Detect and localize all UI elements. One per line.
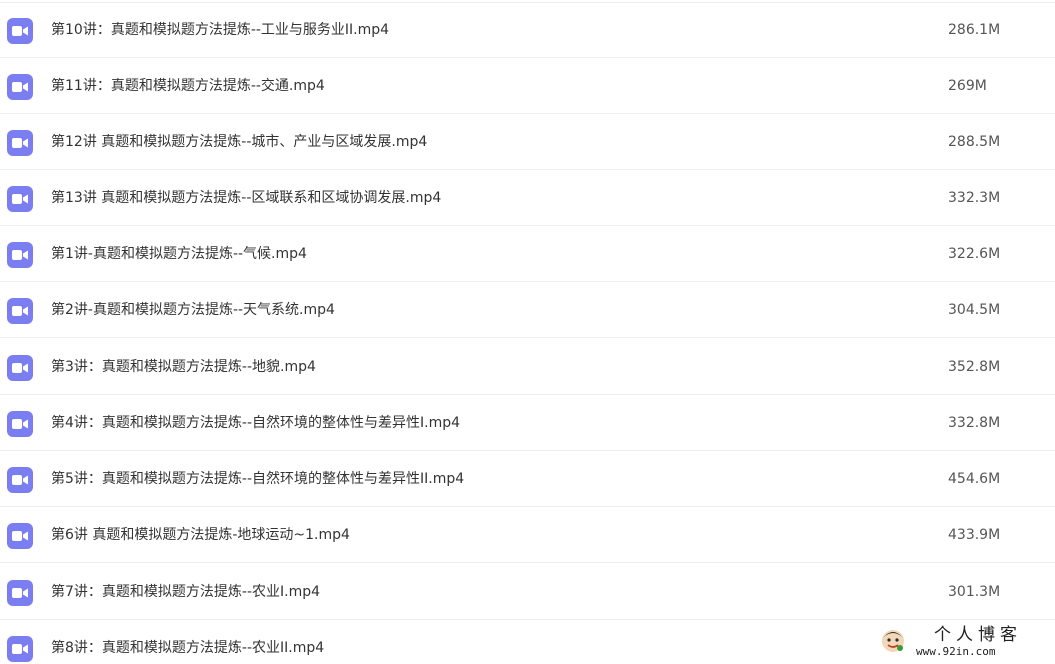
video-file-icon — [7, 186, 33, 212]
blog-watermark: 个人博客 www.92in.com — [880, 625, 1050, 660]
video-file-icon — [7, 636, 33, 662]
file-size: 286.1M — [948, 22, 1001, 38]
file-row[interactable]: 第3讲：真题和模拟题方法提炼--地貌.mp4 352.8M — [0, 339, 1055, 395]
file-name[interactable]: 第8讲：真题和模拟题方法提炼--农业II.mp4 — [51, 638, 324, 658]
file-row[interactable]: 第10讲：真题和模拟题方法提炼--工业与服务业II.mp4 286.1M — [0, 2, 1055, 58]
watermark-url: www.92in.com — [916, 645, 996, 658]
file-size: 454.6M — [948, 471, 1001, 487]
video-file-icon — [7, 74, 33, 100]
video-file-icon — [7, 298, 33, 324]
file-name[interactable]: 第2讲-真题和模拟题方法提炼--天气系统.mp4 — [51, 300, 335, 320]
file-size: 304.5M — [948, 302, 1001, 318]
video-file-icon — [7, 242, 33, 268]
file-row[interactable]: 第5讲：真题和模拟题方法提炼--自然环境的整体性与差异性II.mp4 454.6… — [0, 451, 1055, 507]
watermark-title: 个人博客 — [934, 625, 1022, 645]
file-name[interactable]: 第11讲：真题和模拟题方法提炼--交通.mp4 — [51, 76, 325, 96]
file-name[interactable]: 第3讲：真题和模拟题方法提炼--地貌.mp4 — [51, 357, 316, 377]
file-row[interactable]: 第11讲：真题和模拟题方法提炼--交通.mp4 269M — [0, 58, 1055, 114]
file-row[interactable]: 第6讲 真题和模拟题方法提炼-地球运动~1.mp4 433.9M — [0, 507, 1055, 563]
file-row[interactable]: 第1讲-真题和模拟题方法提炼--气候.mp4 322.6M — [0, 226, 1055, 282]
file-row[interactable]: 第12讲 真题和模拟题方法提炼--城市、产业与区域发展.mp4 288.5M — [0, 114, 1055, 170]
file-size: 352.8M — [948, 359, 1001, 375]
file-name[interactable]: 第7讲：真题和模拟题方法提炼--农业I.mp4 — [51, 582, 320, 602]
file-name[interactable]: 第4讲：真题和模拟题方法提炼--自然环境的整体性与差异性I.mp4 — [51, 413, 460, 433]
video-file-icon — [7, 580, 33, 606]
file-row[interactable]: 第7讲：真题和模拟题方法提炼--农业I.mp4 301.3M — [0, 564, 1055, 620]
file-name[interactable]: 第12讲 真题和模拟题方法提炼--城市、产业与区域发展.mp4 — [51, 132, 427, 152]
file-size: 269M — [948, 78, 987, 94]
file-size: 332.8M — [948, 415, 1001, 431]
watermark-avatar-icon — [880, 628, 906, 654]
file-row[interactable]: 第13讲 真题和模拟题方法提炼--区域联系和区域协调发展.mp4 332.3M — [0, 170, 1055, 226]
file-name[interactable]: 第10讲：真题和模拟题方法提炼--工业与服务业II.mp4 — [51, 20, 389, 40]
file-name[interactable]: 第6讲 真题和模拟题方法提炼-地球运动~1.mp4 — [51, 525, 350, 545]
video-file-icon — [7, 411, 33, 437]
file-size: 322.6M — [948, 246, 1001, 262]
file-name[interactable]: 第13讲 真题和模拟题方法提炼--区域联系和区域协调发展.mp4 — [51, 188, 441, 208]
file-size: 288.5M — [948, 134, 1001, 150]
video-file-icon — [7, 130, 33, 156]
video-file-icon — [7, 523, 33, 549]
video-file-icon — [7, 355, 33, 381]
file-size: 332.3M — [948, 190, 1001, 206]
file-row[interactable]: 第2讲-真题和模拟题方法提炼--天气系统.mp4 304.5M — [0, 282, 1055, 338]
file-name[interactable]: 第1讲-真题和模拟题方法提炼--气候.mp4 — [51, 244, 307, 264]
file-name[interactable]: 第5讲：真题和模拟题方法提炼--自然环境的整体性与差异性II.mp4 — [51, 469, 464, 489]
file-list: 第10讲：真题和模拟题方法提炼--工业与服务业II.mp4 286.1M 第11… — [0, 0, 1055, 664]
file-row[interactable]: 第4讲：真题和模拟题方法提炼--自然环境的整体性与差异性I.mp4 332.8M — [0, 395, 1055, 451]
video-file-icon — [7, 18, 33, 44]
file-size: 301.3M — [948, 584, 1001, 600]
file-size: 433.9M — [948, 527, 1001, 543]
video-file-icon — [7, 467, 33, 493]
